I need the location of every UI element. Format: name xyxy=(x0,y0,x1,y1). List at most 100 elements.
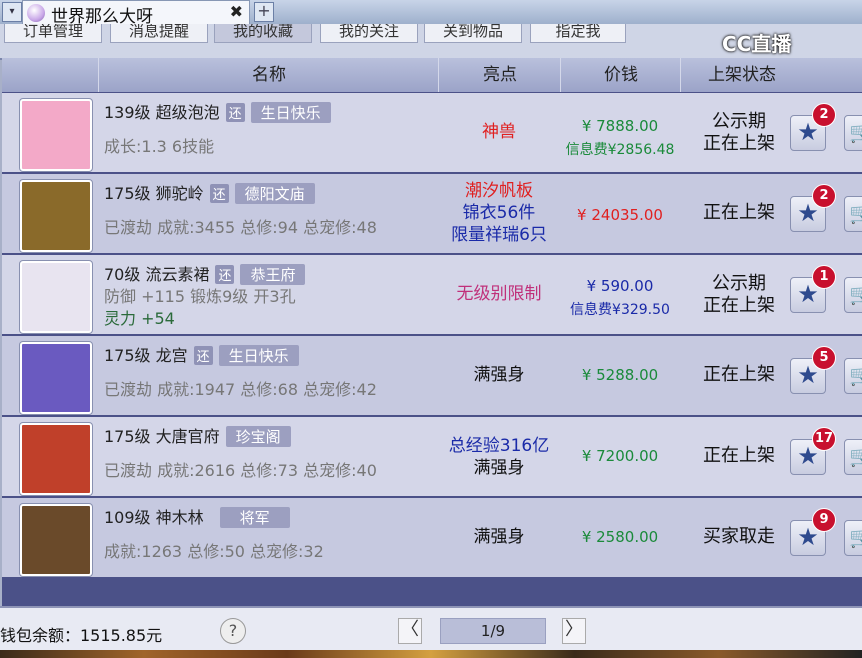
footer-bar: 钱包余额：1515.85元 ? 〈 1/9 〉 xyxy=(0,606,862,652)
cart-button[interactable]: 🛒 xyxy=(844,196,862,232)
highlight-line: 限量祥瑞6只 xyxy=(451,225,547,245)
active-tab[interactable]: 世界那么大呀 ✖ xyxy=(22,0,250,27)
subtab-messages[interactable]: 消息提醒 xyxy=(110,24,208,43)
tab-close-icon[interactable]: ✖ xyxy=(230,2,243,21)
favorite-count-badge: 5 xyxy=(812,346,836,370)
huan-badge: 还 xyxy=(225,103,245,122)
favorite-count-badge: 17 xyxy=(812,427,836,451)
level-name: 70级 流云素裙 xyxy=(104,265,210,284)
favorite-count-badge: 2 xyxy=(812,184,836,208)
status-line: 正在上架 xyxy=(703,133,775,154)
server-tag: 恭王府 xyxy=(240,264,306,285)
game-taskbar-strip xyxy=(0,650,862,658)
status-line: 公示期 xyxy=(712,273,766,294)
favorites-panel: 名称 亮点 价钱 上架状态 139级 超级泡泡还生日快乐 成长:1.3 6技能 … xyxy=(2,58,862,606)
server-tag: 将军 xyxy=(219,507,290,528)
subtab-items[interactable]: 关到物品 xyxy=(424,24,522,43)
row-detail: 防御 +115 锻炼9级 开3孔 xyxy=(104,287,296,306)
new-tab-button[interactable]: + xyxy=(254,2,274,22)
cart-icon: 🛒 xyxy=(849,444,862,468)
avatar[interactable] xyxy=(20,342,92,414)
row-detail: 已渡劫 成就:2616 总修:73 总宠修:40 xyxy=(104,461,377,480)
table-header: 名称 亮点 价钱 上架状态 xyxy=(2,58,862,92)
next-page-button[interactable]: 〉 xyxy=(562,618,586,644)
cart-button[interactable]: 🛒 xyxy=(844,358,862,394)
table-row[interactable]: 139级 超级泡泡还生日快乐 成长:1.3 6技能 神兽 ¥ 7888.00 信… xyxy=(2,93,862,172)
status-line: 正在上架 xyxy=(703,295,775,316)
price-text: ¥ 7200.00 xyxy=(581,447,659,465)
highlight-cell: 潮汐帆板 锦衣56件 限量祥瑞6只 xyxy=(434,180,564,246)
avatar[interactable] xyxy=(20,261,92,333)
avatar[interactable] xyxy=(20,180,92,252)
row-detail: 已渡劫 成就:1947 总修:68 总宠修:42 xyxy=(104,380,377,399)
price-text: ¥ 7888.00 xyxy=(581,117,659,135)
avatar[interactable] xyxy=(20,99,92,171)
highlight-line: 满强身 xyxy=(473,365,525,385)
row-detail: 已渡劫 成就:3455 总修:94 总宠修:48 xyxy=(104,218,377,237)
table-row[interactable]: 175级 龙宫还生日快乐 已渡劫 成就:1947 总修:68 总宠修:42 满强… xyxy=(2,336,862,415)
subtab-designated[interactable]: 指定我 xyxy=(530,24,626,43)
tab-avatar-icon xyxy=(27,4,45,22)
help-icon[interactable]: ? xyxy=(220,618,246,644)
row-title: 109级 神木林 将军 xyxy=(104,504,290,528)
status-cell: 正在上架 xyxy=(684,445,794,467)
row-detail-2: 灵力 +54 xyxy=(104,309,175,328)
tab-dropdown-button[interactable]: ▾ xyxy=(2,2,22,22)
highlight-line: 满强身 xyxy=(473,458,525,478)
status-cell: 公示期 正在上架 xyxy=(684,273,794,317)
subtab-favorites[interactable]: 我的收藏 xyxy=(214,24,312,43)
huan-badge: 还 xyxy=(193,346,213,365)
server-tag: 德阳文庙 xyxy=(234,183,315,204)
level-name: 109级 神木林 xyxy=(104,508,204,527)
status-line: 正在上架 xyxy=(703,364,775,385)
highlight-cell: 神兽 xyxy=(434,121,564,143)
avatar[interactable] xyxy=(20,423,92,495)
cart-button[interactable]: 🛒 xyxy=(844,277,862,313)
table-row[interactable]: 175级 大唐官府 珍宝阁 已渡劫 成就:2616 总修:73 总宠修:40 总经… xyxy=(2,417,862,496)
row-title: 175级 狮驼岭还德阳文庙 xyxy=(104,180,315,204)
highlight-line: 神兽 xyxy=(482,122,516,142)
table-row[interactable]: 175级 狮驼岭还德阳文庙 已渡劫 成就:3455 总修:94 总宠修:48 潮… xyxy=(2,174,862,253)
table-row[interactable]: 109级 神木林 将军 成就:1263 总修:50 总宠修:32 满强身 ¥ 25… xyxy=(2,498,862,577)
cart-button[interactable]: 🛒 xyxy=(844,520,862,556)
level-name: 175级 龙宫 xyxy=(104,346,188,365)
row-detail: 成就:1263 总修:50 总宠修:32 xyxy=(104,542,324,561)
status-line: 买家取走 xyxy=(703,526,775,547)
wallet-balance: 钱包余额：1515.85元 xyxy=(0,626,163,645)
server-tag: 生日快乐 xyxy=(250,102,331,123)
highlight-line: 无级别限制 xyxy=(456,284,542,304)
cart-icon: 🛒 xyxy=(849,201,862,225)
prev-page-button[interactable]: 〈 xyxy=(398,618,422,644)
cart-button[interactable]: 🛒 xyxy=(844,115,862,151)
server-tag: 生日快乐 xyxy=(218,345,299,366)
status-line: 公示期 xyxy=(712,111,766,132)
header-status: 上架状态 xyxy=(680,58,803,92)
favorite-count-badge: 1 xyxy=(812,265,836,289)
table-row[interactable]: 70级 流云素裙还恭王府 防御 +115 锻炼9级 开3孔 灵力 +54 无级别… xyxy=(2,255,862,334)
highlight-cell: 总经验316亿 满强身 xyxy=(434,435,564,479)
cart-icon: 🛒 xyxy=(849,282,862,306)
header-highlight: 亮点 xyxy=(438,58,561,92)
browser-tab-bar: ▾ 世界那么大呀 ✖ + xyxy=(0,0,862,27)
avatar[interactable] xyxy=(20,504,92,576)
level-name: 175级 狮驼岭 xyxy=(104,184,204,203)
favorite-count-badge: 9 xyxy=(812,508,836,532)
price-text: ¥ 24035.00 xyxy=(577,206,663,224)
status-line: 正在上架 xyxy=(703,202,775,223)
subtab-orders[interactable]: 订单管理 xyxy=(4,24,102,43)
row-title: 175级 大唐官府 珍宝阁 xyxy=(104,423,291,447)
highlight-cell: 无级别限制 xyxy=(434,283,564,305)
fee-text: 信息费¥2856.48 xyxy=(565,142,675,158)
highlight-line: 锦衣56件 xyxy=(462,203,536,223)
huan-badge: 还 xyxy=(209,184,229,203)
fee-text: 信息费¥329.50 xyxy=(570,302,670,318)
status-cell: 买家取走 xyxy=(684,526,794,548)
cart-button[interactable]: 🛒 xyxy=(844,439,862,475)
highlight-cell: 满强身 xyxy=(434,364,564,386)
status-line: 正在上架 xyxy=(703,445,775,466)
row-title: 175级 龙宫还生日快乐 xyxy=(104,342,299,366)
subtab-follows[interactable]: 我的关注 xyxy=(320,24,418,43)
row-title: 70级 流云素裙还恭王府 xyxy=(104,261,306,285)
cc-live-watermark: CC直播 xyxy=(722,32,792,56)
price-text: ¥ 2580.00 xyxy=(581,528,659,546)
